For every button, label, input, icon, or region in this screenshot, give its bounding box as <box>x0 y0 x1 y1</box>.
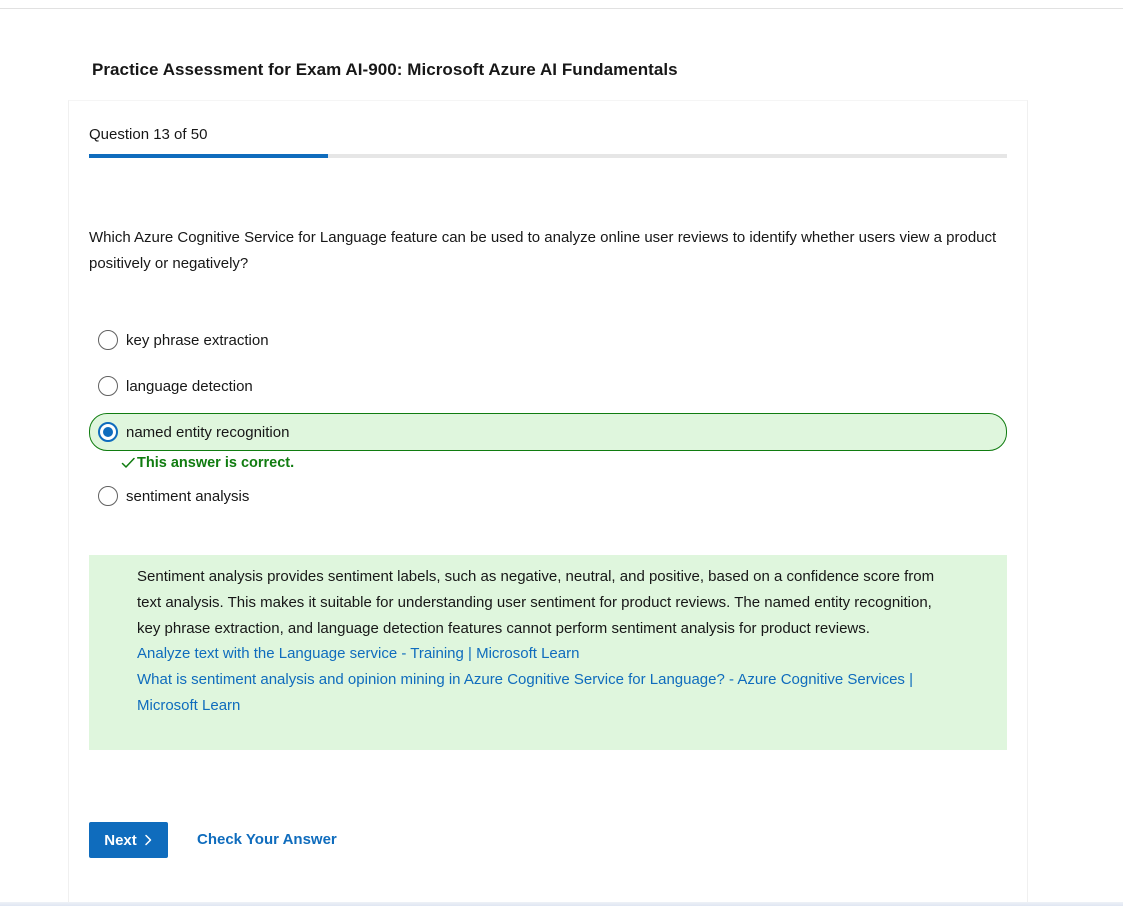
check-answer-button[interactable]: Check Your Answer <box>197 831 337 848</box>
option-language-detection[interactable]: language detection <box>89 367 1007 405</box>
option-label: named entity recognition <box>126 423 290 441</box>
top-divider <box>0 8 1123 9</box>
option-key-phrase-extraction[interactable]: key phrase extraction <box>89 321 1007 359</box>
question-text: Which Azure Cognitive Service for Langua… <box>89 229 997 272</box>
next-button[interactable]: Next <box>89 822 168 858</box>
feedback-text: This answer is correct. <box>137 455 295 471</box>
radio-button[interactable] <box>98 376 118 396</box>
next-button-label: Next <box>104 831 137 849</box>
radio-button[interactable] <box>98 330 118 350</box>
radio-button[interactable] <box>98 486 118 506</box>
reference-link-training[interactable]: Analyze text with the Language service -… <box>137 641 957 667</box>
checkmark-icon <box>121 457 135 468</box>
option-label: language detection <box>126 377 253 395</box>
reference-link-sentiment-docs[interactable]: What is sentiment analysis and opinion m… <box>137 667 957 719</box>
progress-bar-fill <box>89 154 328 158</box>
chevron-right-icon <box>145 834 151 846</box>
option-label: key phrase extraction <box>126 331 269 349</box>
page-title: Practice Assessment for Exam AI-900: Mic… <box>92 60 678 79</box>
explanation-text: Sentiment analysis provides sentiment la… <box>137 568 935 637</box>
option-named-entity-recognition[interactable]: named entity recognition <box>89 413 1007 451</box>
radio-button-selected[interactable] <box>98 422 118 442</box>
question-counter: Question 13 of 50 <box>89 126 208 143</box>
bottom-edge <box>0 902 1123 906</box>
option-label: sentiment analysis <box>126 487 250 505</box>
progress-bar <box>89 154 1007 158</box>
radio-dot <box>103 427 113 437</box>
answer-feedback: This answer is correct. <box>120 455 294 471</box>
option-sentiment-analysis[interactable]: sentiment analysis <box>89 477 1007 515</box>
explanation-panel: Sentiment analysis provides sentiment la… <box>89 555 1007 750</box>
